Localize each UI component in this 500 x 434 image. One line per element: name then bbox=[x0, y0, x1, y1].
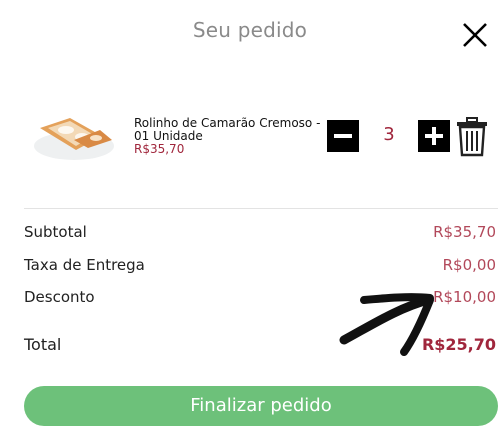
checkout-button[interactable]: Finalizar pedido bbox=[24, 386, 498, 426]
item-name: Rolinho de Camarão Cremoso - 01 Unidade bbox=[134, 116, 321, 143]
subtotal-value: R$35,70 bbox=[433, 223, 496, 241]
close-icon bbox=[463, 23, 487, 47]
subtotal-label: Subtotal bbox=[24, 223, 87, 241]
discount-value: R$10,00 bbox=[433, 288, 496, 306]
total-label: Total bbox=[24, 335, 62, 354]
decrease-quantity-button[interactable] bbox=[327, 120, 359, 152]
total-value: R$25,70 bbox=[421, 335, 496, 354]
divider bbox=[24, 208, 498, 209]
item-price: R$35,70 bbox=[134, 142, 185, 156]
delivery-fee-value: R$0,00 bbox=[442, 256, 496, 274]
trash-icon bbox=[457, 117, 487, 157]
item-info: Rolinho de Camarão Cremoso - 01 Unidade … bbox=[134, 117, 330, 156]
plus-icon bbox=[425, 127, 443, 145]
remove-item-button[interactable] bbox=[455, 117, 489, 157]
increase-quantity-button[interactable] bbox=[418, 120, 450, 152]
discount-label: Desconto bbox=[24, 288, 95, 306]
product-image bbox=[34, 118, 114, 160]
delivery-fee-label: Taxa de Entrega bbox=[24, 256, 145, 274]
page-title: Seu pedido bbox=[192, 18, 308, 42]
quantity-value: 3 bbox=[383, 124, 395, 145]
close-button[interactable] bbox=[460, 20, 490, 50]
minus-icon bbox=[334, 134, 352, 138]
